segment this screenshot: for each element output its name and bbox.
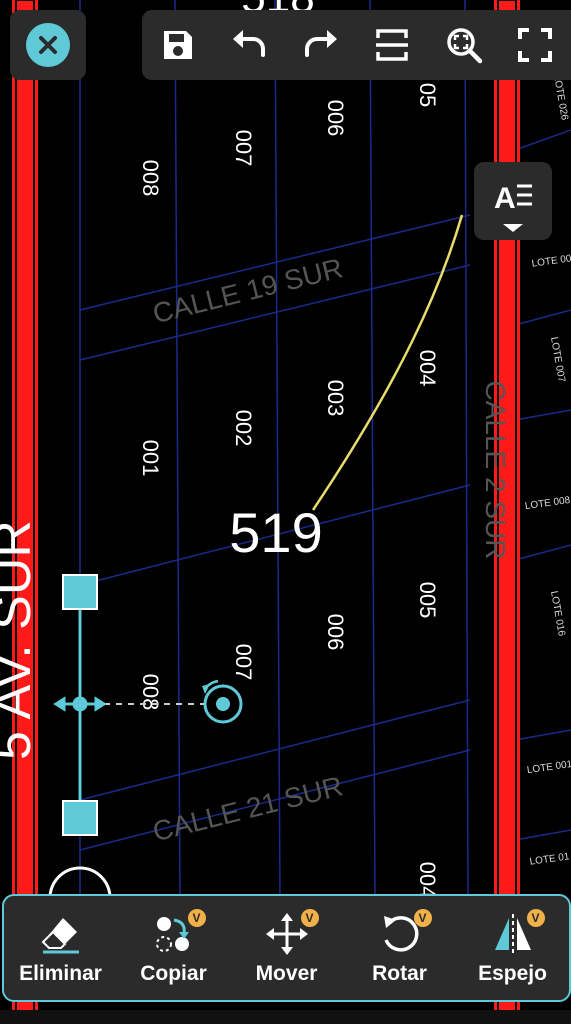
grip-handle-bottom[interactable] [62,800,98,836]
move-button[interactable]: Mover V [237,903,337,993]
edge-lot-label: LOTE 016 [548,590,567,637]
delete-button[interactable]: Eliminar [11,903,111,993]
fullscreen-button[interactable] [509,19,561,71]
svg-text:A: A [494,182,516,215]
edge-lot-label: LOTE 026 [551,74,570,121]
save-button[interactable] [152,19,204,71]
fit-width-button[interactable] [366,19,418,71]
lot-number: 007 [231,644,256,681]
lot-number: 003 [323,380,348,417]
street-label-calle-19: CALLE 19 SUR [150,252,346,329]
move-label: Mover [255,962,318,985]
street-label-calle-2: CALLE 2 SUR [480,381,511,560]
edge-lot-label: LOTE 01 [529,851,571,868]
eraser-icon [41,918,79,954]
edge-lot-label: LOTE 00 [531,253,571,270]
delete-label: Eliminar [19,962,102,985]
lot-number: 006 [323,614,348,651]
text-style-button[interactable]: A [474,162,552,240]
rotate-button[interactable]: Rotar V [350,903,450,993]
zoom-extents-button[interactable] [438,19,490,71]
action-bar: Eliminar Copiar V Mover V Rotar V Espejo… [2,894,571,1002]
system-nav-bar [0,1010,571,1024]
chevron-down-icon [503,224,523,232]
fit-width-icon [376,29,409,61]
fullscreen-icon [518,28,553,62]
lot-number: 002 [231,410,256,447]
undo-button[interactable] [223,19,275,71]
grip-handle-top[interactable] [62,574,98,610]
save-icon [163,31,192,59]
copy-label: Copiar [140,962,207,985]
lot-number: 006 [323,100,348,137]
lot-number: 008 [138,160,163,197]
close-icon [39,36,57,54]
mirror-button[interactable]: Espejo V [463,903,563,993]
close-button[interactable] [26,23,70,67]
edge-lot-label: LOTE 008 [524,495,571,512]
lot-number: 004 [415,862,440,899]
rotate-label: Rotar [372,962,427,985]
undo-icon [233,30,266,57]
lot-numbers: 05 006 007 008 004 003 002 001 005 006 0… [138,83,440,899]
text-style-icon: A [494,182,532,232]
street-label-left: 5 AV. SUR [0,520,42,760]
edge-lot-label: LOTE 001 [526,759,571,776]
redo-icon [304,30,337,57]
rotate-grip-icon[interactable] [202,679,243,724]
badge-icon: V [300,909,319,927]
close-panel [10,10,86,80]
redo-button[interactable] [295,19,347,71]
copy-button[interactable]: Copiar V [124,903,224,993]
mirror-label: Espejo [478,962,547,985]
block-number-main: 519 [229,501,322,564]
top-toolbar [142,10,571,80]
lot-number: 004 [415,350,440,387]
badge-icon: V [187,909,206,927]
lot-number: 005 [415,582,440,619]
zoom-extents-icon [447,28,482,64]
lot-number: 007 [231,130,256,167]
badge-icon: V [413,909,432,927]
move-grip-icon[interactable] [53,684,107,724]
badge-icon: V [526,909,545,927]
lot-number: 001 [138,440,163,477]
lot-number: 05 [415,83,440,107]
edge-lot-label: LOTE 007 [548,336,567,383]
cad-drawing-canvas[interactable]: 518 519 CALLE 19 SUR CALLE 21 SUR CALLE … [0,0,571,1024]
